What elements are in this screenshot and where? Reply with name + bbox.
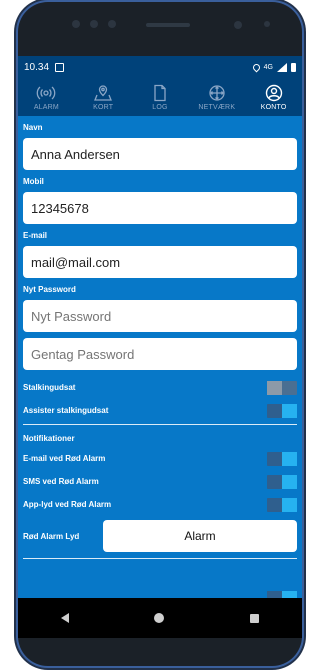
proximity-sensor <box>264 21 270 27</box>
email-label: E-mail <box>23 231 48 240</box>
name-label: Navn <box>23 123 43 132</box>
status-time: 10.34 <box>24 61 50 73</box>
sensor-dot <box>72 20 80 28</box>
app-screen: 10.34 4G ALARM KORT LOG NETVÆRK KONTO Na… <box>18 56 302 638</box>
nav-map-label: KORT <box>93 103 114 111</box>
stalking-row: Stalkingudsat <box>23 376 297 399</box>
alarm-sound-row: Rød Alarm Lyd Alarm <box>23 518 297 554</box>
nav-account-label: KONTO <box>260 103 287 111</box>
phone-top-bezel <box>18 2 302 58</box>
nav-log[interactable]: LOG <box>132 78 189 116</box>
email-input[interactable] <box>23 246 297 278</box>
nav-account[interactable]: KONTO <box>245 78 302 116</box>
stalking-label: Stalkingudsat <box>23 383 76 392</box>
document-icon <box>154 84 166 101</box>
recents-icon[interactable] <box>250 613 260 623</box>
network-icon <box>209 84 225 101</box>
nav-log-label: LOG <box>152 103 168 111</box>
new-password-input[interactable] <box>23 300 297 332</box>
sensor-dot <box>108 20 116 28</box>
notification-label-email: E-mail ved Rød Alarm <box>23 454 106 463</box>
notifications-title: Notifikationer <box>23 433 75 443</box>
battery-icon <box>291 62 296 72</box>
notification-icon <box>55 62 65 72</box>
account-form: Navn Mobil E-mail Nyt Password Stalkingu… <box>18 116 302 638</box>
status-bar: 10.34 4G <box>18 56 302 78</box>
signal-icon <box>277 62 287 72</box>
status-icons: 4G <box>251 62 296 72</box>
notification-row: App-lyd ved Rød Alarm <box>23 493 297 516</box>
partial-toggle[interactable] <box>267 591 297 598</box>
assist-stalking-label: Assister stalkingudsat <box>23 406 109 415</box>
notification-row: E-mail ved Rød Alarm <box>23 447 297 470</box>
new-password-label: Nyt Password <box>23 285 76 294</box>
nav-alarm[interactable]: ALARM <box>18 78 75 116</box>
notification-row: SMS ved Rød Alarm <box>23 470 297 493</box>
alarm-sound-label: Rød Alarm Lyd <box>23 531 80 541</box>
mobile-label: Mobil <box>23 177 44 186</box>
location-icon <box>251 62 262 72</box>
assist-stalking-toggle[interactable] <box>267 403 297 418</box>
alarm-broadcast-icon <box>37 86 56 99</box>
section-divider <box>23 558 297 559</box>
nav-network[interactable]: NETVÆRK <box>188 78 245 116</box>
alarm-sound-select[interactable]: Alarm <box>103 520 297 552</box>
nav-map[interactable]: KORT <box>75 78 132 116</box>
map-pin-icon <box>94 84 113 101</box>
notification-label-app-sound: App-lyd ved Rød Alarm <box>23 500 112 509</box>
notification-label-sms: SMS ved Rød Alarm <box>23 477 99 486</box>
assist-stalking-row: Assister stalkingudsat <box>23 399 297 422</box>
account-icon <box>265 84 282 101</box>
mobile-input[interactable] <box>23 192 297 224</box>
email-alarm-toggle[interactable] <box>267 451 297 466</box>
nav-network-label: NETVÆRK <box>198 103 236 111</box>
repeat-password-input[interactable] <box>23 338 297 370</box>
name-input[interactable] <box>23 138 297 170</box>
home-icon[interactable] <box>154 613 165 623</box>
front-sensors <box>72 20 116 28</box>
nav-alarm-label: ALARM <box>33 103 59 111</box>
earpiece-speaker <box>146 23 190 27</box>
back-icon[interactable] <box>60 613 69 623</box>
next-setting-row-partial <box>23 590 297 598</box>
phone-bottom-bezel <box>18 638 302 666</box>
app-sound-alarm-toggle[interactable] <box>267 497 297 512</box>
top-nav: ALARM KORT LOG NETVÆRK KONTO <box>18 78 302 116</box>
stalking-toggle[interactable] <box>267 380 297 395</box>
sms-alarm-toggle[interactable] <box>267 474 297 489</box>
front-camera <box>234 21 242 29</box>
network-type: 4G <box>263 63 273 71</box>
section-divider <box>23 424 297 425</box>
system-nav-bar <box>18 598 302 638</box>
camera-dot <box>90 20 98 28</box>
